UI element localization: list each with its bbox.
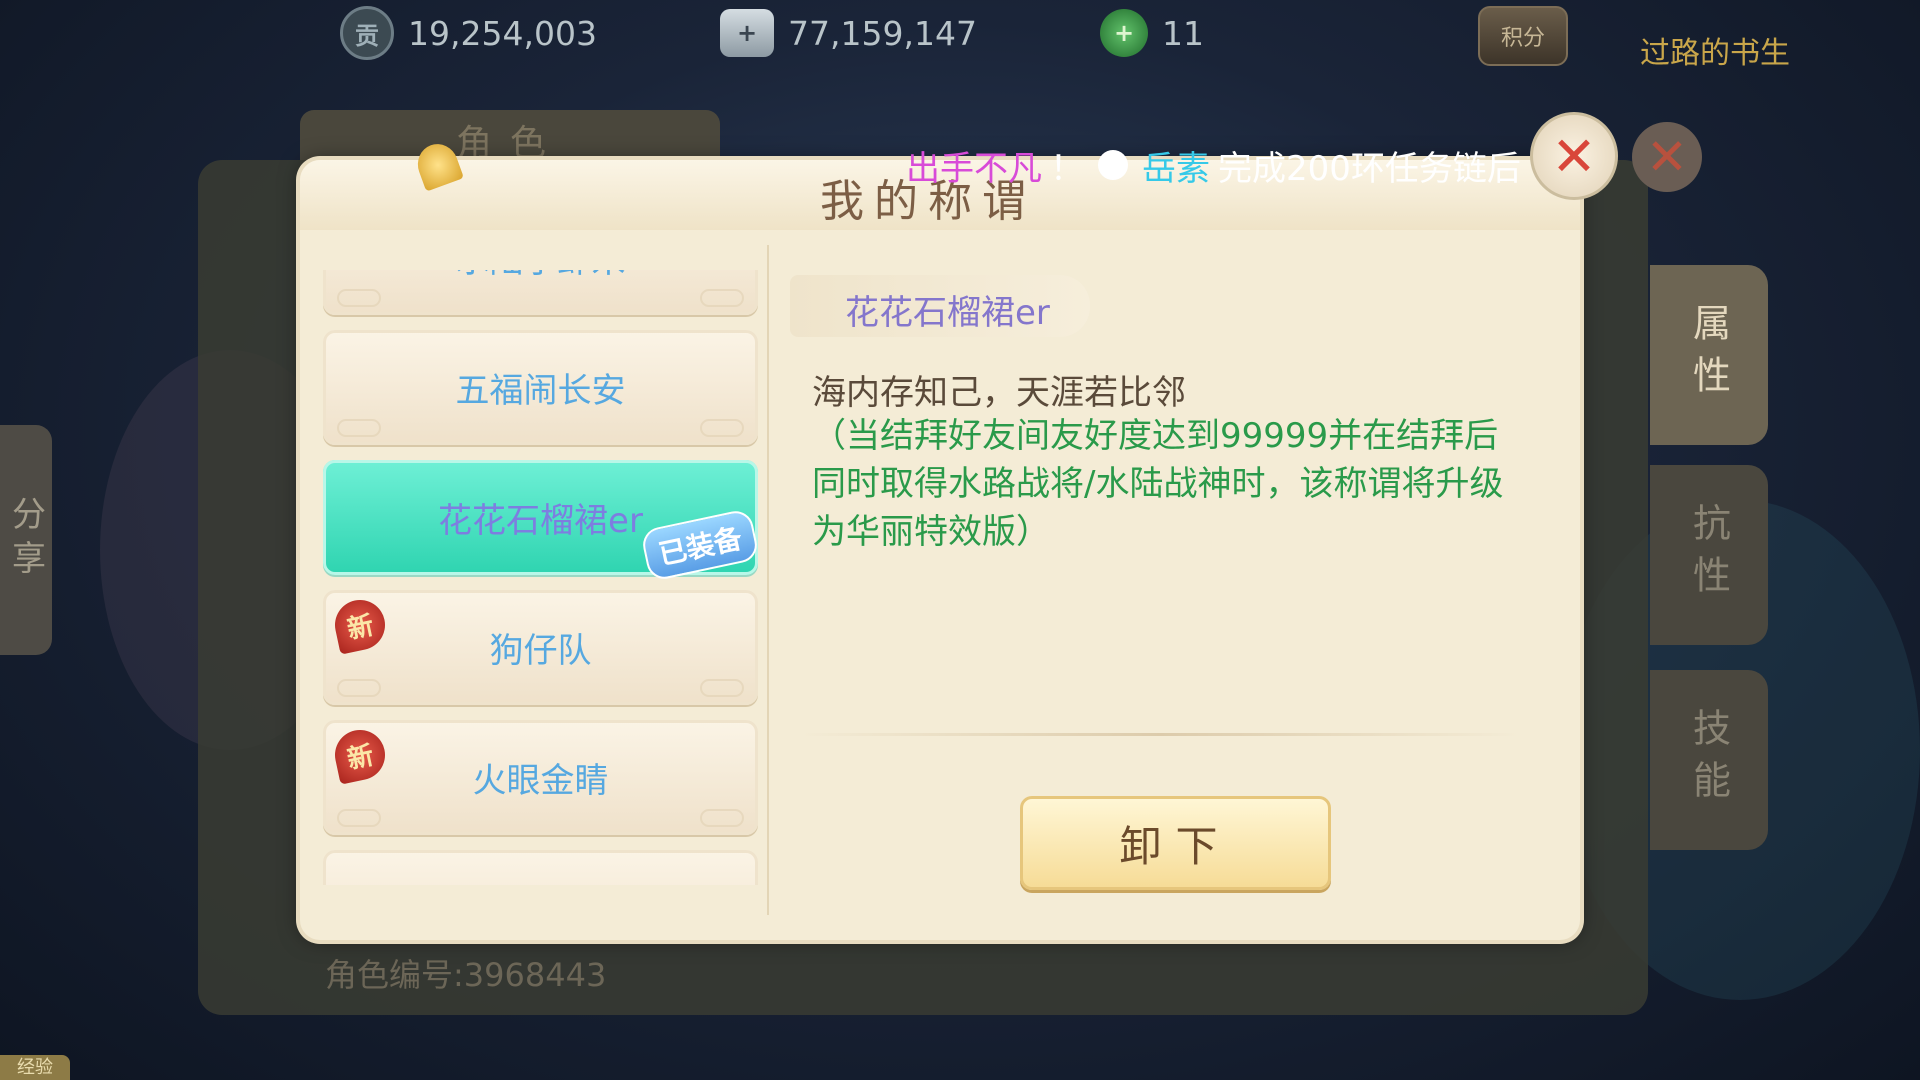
jade-currency[interactable]: + 11 [1100,8,1204,58]
tab-resistance[interactable]: 抗性 [1650,465,1768,645]
list-item-label: 狗仔队 [489,631,592,671]
jade-value: 11 [1162,13,1204,53]
unequip-button[interactable]: 卸下 [1020,796,1331,890]
role-id: 角色编号:3968443 [325,956,607,994]
equipped-badge: 已装备 [639,507,758,583]
currency-bar: 贡 19,254,003 + 77,159,147 + 11 积分 过路的书生 [0,0,1920,71]
tab-skills[interactable]: 技能 [1650,670,1768,850]
detail-title: 花花石榴裙er [845,293,1050,333]
list-item-label: 五福闹长安 [455,371,626,411]
character-panel-close-icon[interactable]: ✕ [1632,122,1702,192]
cloud-ornament-icon [337,809,381,827]
tab-attributes[interactable]: 属性 [1650,265,1768,445]
list-item[interactable]: 新 火眼金睛 [323,720,758,835]
tribute-currency: 贡 19,254,003 [340,6,597,60]
cloud-ornament-icon [337,419,381,437]
broadcast-player: 岳素 [1142,148,1210,189]
detail-poem: 海内存知己，天涯若比邻 [812,373,1186,413]
score-button[interactable]: 积分 [1478,6,1568,66]
broadcast-exclaim: ！ [1050,148,1084,189]
broadcast-banner: 出手不凡 ！ 岳素 完成200环任务链后 [412,138,1521,192]
player-avatar-icon [1098,150,1128,180]
list-item-selected[interactable]: 花花石榴裙er 已装备 [323,460,758,583]
silver-currency[interactable]: + 77,159,147 [720,8,977,58]
cloud-ornament-icon [337,679,381,697]
cloud-ornament-icon [700,419,744,437]
list-item-label: 水陆小虾米 [456,270,626,282]
broadcast-prefix: 出手不凡 [906,148,1042,189]
list-item[interactable]: 水陆小虾米 [323,270,758,315]
dialog-divider [767,245,769,915]
new-badge-icon: 新 [330,595,390,655]
close-icon[interactable]: ✕ [1530,112,1618,200]
list-item-label: 花花石榴裙er [438,501,643,541]
new-badge-icon: 新 [330,725,390,785]
list-item[interactable]: 五福闹长安 [323,330,758,445]
cloud-ornament-icon [700,679,744,697]
tribute-icon: 贡 [340,6,394,60]
silver-ingot-icon: + [720,9,774,57]
tribute-value: 19,254,003 [408,13,597,53]
list-item[interactable] [323,850,758,885]
share-button[interactable]: 分享 [0,425,52,655]
exp-label: 经验 [0,1055,70,1080]
title-list[interactable]: 水陆小虾米 五福闹长安 花花石榴裙er 已装备 新 狗仔队 新 火眼金睛 [323,270,758,885]
list-item-label: 火眼金睛 [472,761,609,801]
silver-value: 77,159,147 [788,13,977,53]
broadcast-message: 完成200环任务链后 [1218,148,1521,189]
cloud-ornament-icon [700,289,744,307]
cloud-ornament-icon [700,809,744,827]
bell-icon [412,138,464,192]
list-item[interactable]: 新 狗仔队 [323,590,758,705]
jade-icon: + [1100,9,1148,57]
detail-description: （当结拜好友间友好度达到99999并在结拜后同时取得水路战将/水陆战神时，该称谓… [812,416,1504,552]
cloud-ornament-icon [337,289,381,307]
player-name: 过路的书生 [1640,36,1790,71]
detail-separator [800,733,1520,736]
